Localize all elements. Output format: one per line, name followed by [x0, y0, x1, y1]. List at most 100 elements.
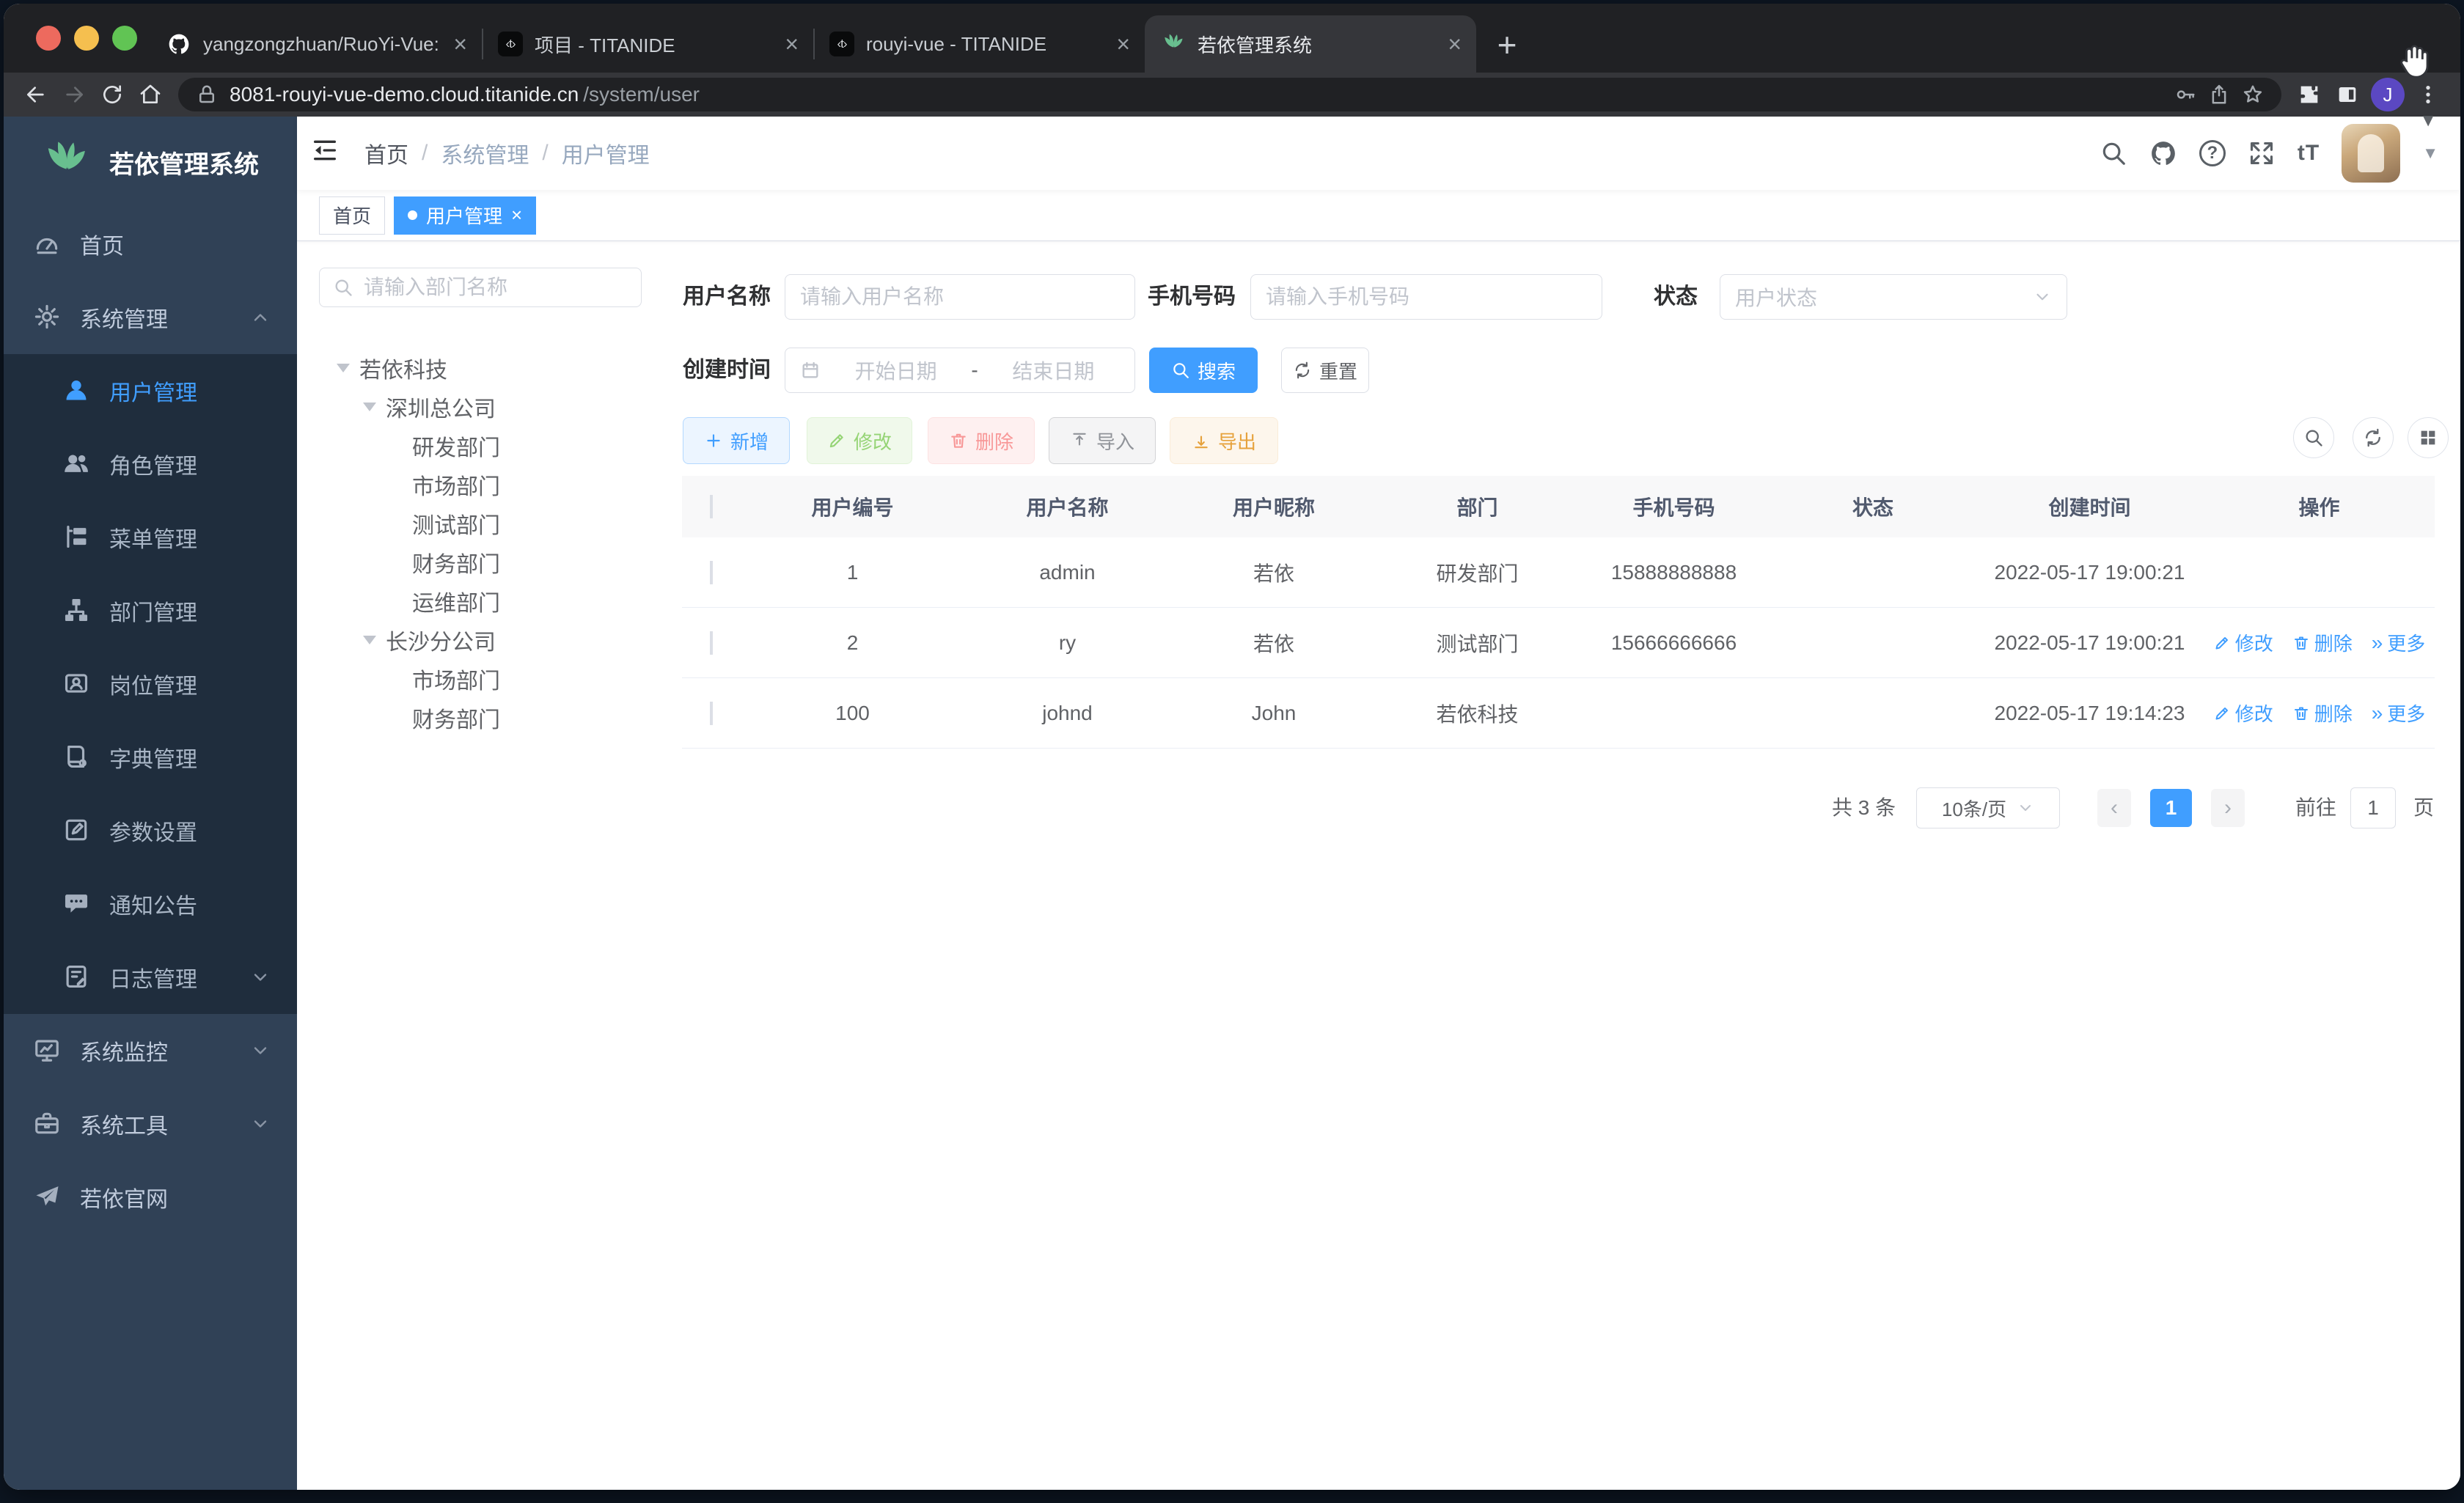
row-checkbox[interactable]	[710, 560, 713, 584]
extensions-puzzle-icon[interactable]	[2290, 76, 2328, 114]
user-avatar[interactable]	[2342, 124, 2401, 183]
current-page-button[interactable]: 1	[2150, 789, 2192, 827]
status-select[interactable]: 用户状态	[1720, 274, 2067, 320]
refresh-table-button[interactable]	[2353, 417, 2394, 458]
table-row[interactable]: 100 johnd John 若依科技 2022-05-17 19:14:23 …	[682, 678, 2435, 749]
tree-node[interactable]: 若依科技	[319, 348, 671, 387]
password-key-icon[interactable]	[2174, 84, 2196, 106]
browser-tab-github[interactable]: yangzongzhuan/RuoYi-Vue: (R ×	[150, 15, 482, 73]
sidebar-item-dict-manage[interactable]: 字典管理	[4, 721, 297, 794]
row-more-link[interactable]: » 更多	[2372, 629, 2426, 656]
export-button[interactable]: 导出	[1170, 417, 1278, 464]
sidebar-item-system-tools[interactable]: 系统工具	[4, 1087, 297, 1161]
dept-search-input[interactable]	[364, 276, 628, 299]
row-checkbox[interactable]	[710, 631, 713, 655]
goto-page-input[interactable]	[2351, 788, 2395, 828]
home-button[interactable]	[131, 76, 169, 114]
browser-tab-rouyi-vue[interactable]: ‹t› rouyi-vue - TITANIDE ×	[813, 15, 1145, 73]
tree-node[interactable]: 财务部门	[319, 543, 671, 581]
tab-close-icon[interactable]: ×	[453, 32, 467, 56]
tag-home[interactable]: 首页	[319, 196, 386, 235]
import-button[interactable]: 导入	[1049, 417, 1156, 464]
close-window-button[interactable]	[36, 26, 61, 51]
sidebar-item-log-manage[interactable]: 日志管理	[4, 941, 297, 1014]
tab-close-icon[interactable]: ×	[1448, 32, 1462, 56]
sidebar-item-menu-manage[interactable]: 菜单管理	[4, 501, 297, 574]
help-question-icon[interactable]: ?	[2199, 140, 2226, 166]
minimize-window-button[interactable]	[74, 26, 99, 51]
username-input[interactable]	[800, 285, 1120, 309]
github-icon[interactable]	[2149, 139, 2177, 167]
sidebar-item-system-manage[interactable]: 系统管理	[4, 281, 297, 354]
page-size-select[interactable]: 10条/页	[1916, 787, 2060, 828]
avatar-caret-down-icon[interactable]: ▼	[2422, 144, 2438, 163]
phone-input[interactable]	[1266, 285, 1587, 309]
table-row[interactable]: 1 admin 若依 研发部门 15888888888 2022-05-17 1…	[682, 537, 2435, 608]
zoom-window-button[interactable]	[112, 26, 137, 51]
tree-node[interactable]: 市场部门	[319, 465, 671, 504]
delete-button[interactable]: 删除	[928, 417, 1035, 464]
next-page-button[interactable]: ›	[2211, 789, 2245, 827]
tree-node[interactable]: 运维部门	[319, 581, 671, 620]
sidebar-item-param-settings[interactable]: 参数设置	[4, 794, 297, 867]
header-search-icon[interactable]	[2100, 139, 2127, 167]
new-tab-button[interactable]: +	[1484, 21, 1530, 68]
bookmark-star-icon[interactable]	[2242, 84, 2264, 106]
tab-close-icon[interactable]: ×	[1116, 32, 1130, 56]
row-edit-link[interactable]: 修改	[2213, 629, 2273, 656]
chrome-profile-avatar[interactable]: J	[2371, 78, 2405, 111]
username-field[interactable]	[785, 274, 1135, 320]
sidebar-item-ruoyi-website[interactable]: 若依官网	[4, 1161, 297, 1234]
breadcrumb-home[interactable]: 首页	[364, 137, 408, 169]
tree-node[interactable]: 测试部门	[319, 504, 671, 543]
caret-down-icon[interactable]	[337, 363, 350, 372]
search-button[interactable]: 搜索	[1149, 348, 1258, 393]
forward-button[interactable]	[55, 76, 93, 114]
sidebar-item-post-manage[interactable]: 岗位管理	[4, 647, 297, 721]
sidebar-item-notice[interactable]: 通知公告	[4, 867, 297, 941]
sidebar-item-role-manage[interactable]: 角色管理	[4, 427, 297, 501]
table-row[interactable]: 2 ry 若依 测试部门 15666666666 2022-05-17 19:0…	[682, 608, 2435, 678]
tag-close-icon[interactable]: ×	[511, 204, 522, 227]
caret-down-icon[interactable]	[363, 635, 376, 644]
reset-button[interactable]: 重置	[1281, 348, 1369, 393]
tree-node[interactable]: 长沙分公司	[319, 620, 671, 659]
prev-page-button[interactable]: ‹	[2097, 789, 2131, 827]
sidebar-item-system-monitor[interactable]: 系统监控	[4, 1014, 297, 1087]
dept-search-box[interactable]	[319, 268, 642, 307]
sidebar-item-home[interactable]: 首页	[4, 207, 297, 281]
select-all-checkbox[interactable]	[710, 495, 713, 518]
app-logo[interactable]: 若依管理系统	[4, 117, 297, 207]
browser-tab-project[interactable]: ‹t› 项目 - TITANIDE ×	[482, 15, 813, 73]
tag-user-manage-active[interactable]: 用户管理 ×	[394, 196, 537, 235]
chrome-menu-icon[interactable]	[2409, 76, 2447, 114]
goto-page-field[interactable]	[2350, 787, 2396, 828]
caret-down-icon[interactable]	[363, 402, 376, 411]
font-size-icon[interactable]: tT	[2298, 141, 2320, 166]
edit-button[interactable]: 修改	[807, 417, 912, 464]
sidebar-item-dept-manage[interactable]: 部门管理	[4, 574, 297, 647]
row-checkbox[interactable]	[710, 701, 713, 725]
share-icon[interactable]	[2208, 84, 2230, 106]
row-edit-link[interactable]: 修改	[2213, 699, 2273, 727]
row-delete-link[interactable]: 删除	[2292, 629, 2353, 656]
fullscreen-icon[interactable]	[2248, 139, 2276, 167]
tree-node[interactable]: 深圳总公司	[319, 387, 671, 426]
column-settings-button[interactable]	[2408, 417, 2449, 458]
phone-field[interactable]	[1250, 274, 1602, 320]
address-bar[interactable]: 8081-rouyi-vue-demo.cloud.titanide.cn/sy…	[178, 78, 2281, 111]
tree-node[interactable]: 财务部门	[319, 698, 671, 737]
row-delete-link[interactable]: 删除	[2292, 699, 2353, 727]
tree-node[interactable]: 研发部门	[319, 426, 671, 465]
tab-close-icon[interactable]: ×	[785, 32, 799, 56]
reload-button[interactable]	[93, 76, 131, 114]
row-more-link[interactable]: » 更多	[2372, 699, 2426, 727]
back-button[interactable]	[17, 76, 55, 114]
sidebar-fold-icon[interactable]	[310, 136, 345, 171]
sidebar-item-user-manage[interactable]: 用户管理	[4, 354, 297, 427]
date-range-picker[interactable]: 开始日期 - 结束日期	[785, 348, 1135, 393]
browser-tab-ruoyi-active[interactable]: 若依管理系统 ×	[1145, 15, 1476, 73]
side-panel-icon[interactable]	[2328, 76, 2366, 114]
tree-node[interactable]: 市场部门	[319, 659, 671, 698]
add-button[interactable]: 新增	[683, 417, 790, 464]
